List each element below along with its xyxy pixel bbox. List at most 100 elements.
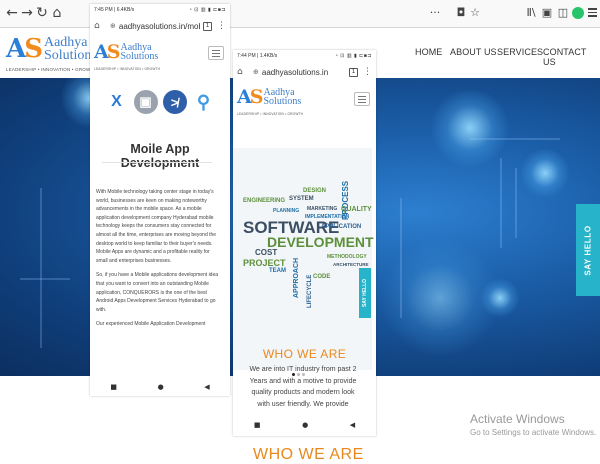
word-system: SYSTEM <box>289 196 314 202</box>
brand-name-line2: Solutions <box>120 51 159 62</box>
brand-name-line1: Aadhya <box>43 34 88 50</box>
phone-hamburger-icon[interactable] <box>208 46 224 60</box>
word-approach: APPROACH <box>293 257 300 298</box>
word-design: DESIGN <box>303 188 327 194</box>
logo-letter-s: S <box>24 34 43 64</box>
phone-home-icon[interactable]: ⌂ <box>237 67 247 77</box>
phone-brand-logo[interactable]: AS Aadhya Solutions <box>237 86 301 108</box>
bookmark-star-icon[interactable]: ☆ <box>468 6 482 20</box>
word-engineering: ENGINEERING <box>243 198 286 204</box>
logo-letter-s: S <box>249 86 264 108</box>
word-marketing: MARKETING <box>307 206 338 212</box>
circuit-line <box>40 188 42 348</box>
activate-windows-watermark: Activate Windows Go to Settings to activ… <box>470 412 596 437</box>
back-arrow-icon[interactable]: ← <box>4 5 20 21</box>
reader-view-icon[interactable]: ◫ <box>556 6 570 20</box>
lock-icon: ⊕ <box>253 68 259 76</box>
brand-tagline: LEADERSHIP • INNOVATION • GROWTH <box>6 67 97 72</box>
nav-about-us[interactable]: ABOUT US <box>450 47 497 57</box>
circuit-line <box>500 158 502 248</box>
phone-tabs-count[interactable]: 1 <box>349 67 358 77</box>
brand-tagline: LEADERSHIP • INNOVATION • GROWTH <box>237 112 304 116</box>
say-hello-label: SAY HELLO <box>362 278 369 308</box>
nav-contact-us[interactable]: CONTACT US <box>543 47 600 67</box>
phone-say-hello-tab[interactable]: SAY HELLO <box>359 268 371 318</box>
phone-url-bar[interactable]: ⌂ ⊕ aadhyasolutions.in 1 ⋮ <box>233 62 376 82</box>
xamarin-icon: X <box>111 93 122 110</box>
android-nav-bar: ■ ● ◀ <box>90 378 230 396</box>
reload-icon[interactable]: ↻ <box>34 5 50 21</box>
logo-letter-s: S <box>106 41 121 63</box>
brand-name-line2: Solutions <box>43 48 97 63</box>
nav-services[interactable]: SERVICES <box>497 47 543 57</box>
logo-letter-a: A <box>237 86 252 108</box>
word-quality: QUALITY <box>341 206 372 213</box>
brand-name-line2: Solutions <box>263 96 302 107</box>
phone-status-time: 7:45 PM | 6.4KB/s <box>94 7 135 13</box>
circuit-line <box>20 278 70 280</box>
phone-brand-logo[interactable]: AS Aadhya Solutions <box>94 41 158 63</box>
technology-icons-row: X ▣ ≯ ⚲ <box>90 84 230 120</box>
phone-status-bar: 7:45 PM | 6.4KB/s ◔ ⊡ ▥ ▮ ⊏■⊐ <box>90 4 230 16</box>
back-button[interactable]: ◀ <box>350 421 355 429</box>
android-robot-icon: ▣ <box>133 90 158 114</box>
phone-hamburger-icon[interactable] <box>354 92 370 106</box>
lock-icon: ⊕ <box>110 22 116 30</box>
word-planning: PLANNING <box>273 208 300 214</box>
sidebar-icon[interactable]: ▣ <box>540 6 554 20</box>
brand-logo[interactable]: AS Aadhya Solutions <box>6 34 97 64</box>
word-implementation: IMPLEMENTATION <box>305 214 350 220</box>
phone-menu-dots-icon[interactable]: ⋮ <box>217 21 226 31</box>
flutter-icon: ⚲ <box>196 91 211 112</box>
body-paragraph: Our experienced Mobile Application Devel… <box>96 321 206 328</box>
library-icon[interactable]: Ⅱ\ <box>524 6 538 20</box>
phone-url-bar[interactable]: ⌂ ⊕ aadhyasolutions.in/mob 1 ⋮ <box>90 16 230 36</box>
phone-status-icons: ◔ ⊡ ▥ ▮ ⊏■⊐ <box>188 7 226 13</box>
word-code: CODE <box>313 274 331 280</box>
home-button[interactable]: ● <box>158 383 164 391</box>
android-nav-bar: ■ ● ◀ <box>233 416 376 434</box>
nav-home[interactable]: HOME <box>415 47 442 57</box>
body-paragraph: So, if you have a Mobile applications de… <box>96 272 219 313</box>
phone-screenshot-home: 7:44 PM | 1.4KB/s ◔ ⊡ ▥ ▮ ⊏■⊐ ⌂ ⊕ aadhya… <box>233 50 376 436</box>
forward-arrow-icon[interactable]: → <box>19 5 35 21</box>
phone-status-icons: ◔ ⊡ ▥ ▮ ⊏■⊐ <box>334 53 372 59</box>
recents-button[interactable]: ■ <box>110 383 117 391</box>
say-hello-tab[interactable]: SAY HELLO <box>576 204 600 296</box>
logo-letter-a: A <box>6 34 26 64</box>
page-actions-icon[interactable]: ··· <box>424 6 446 20</box>
ionic-runner-icon: ≯ <box>162 90 187 114</box>
hero-light-glow <box>520 148 570 198</box>
home-button[interactable]: ● <box>302 421 308 429</box>
word-team: TEAM <box>269 268 286 274</box>
home-icon[interactable]: ⌂ <box>49 5 65 21</box>
word-architecture: ARCHITECTURE <box>333 262 369 267</box>
software-development-word-cloud: SOFTWARE DEVELOPMENT PROCESS QUALITY APP… <box>233 148 374 370</box>
who-we-are-body: We are into IT industry from past 2 Year… <box>249 366 357 408</box>
phone-tabs-count[interactable]: 1 <box>203 21 212 31</box>
account-avatar[interactable] <box>572 7 584 19</box>
back-button[interactable]: ◀ <box>204 383 209 391</box>
activate-windows-title: Activate Windows <box>470 412 565 426</box>
phone-status-time: 7:44 PM | 1.4KB/s <box>237 53 278 59</box>
page-title: Moile App Development <box>120 142 200 170</box>
phone-url-text[interactable]: aadhyasolutions.in/mob <box>119 22 200 31</box>
hero-light-glow <box>430 88 510 168</box>
word-development: DEVELOPMENT <box>267 234 374 250</box>
circuit-line <box>400 198 402 318</box>
word-cost: COST <box>255 248 278 257</box>
title-divider <box>102 162 212 163</box>
phone-url-text[interactable]: aadhyasolutions.in <box>262 68 346 77</box>
hamburger-menu-icon[interactable] <box>588 8 597 19</box>
who-we-are-heading: WHO WE ARE <box>262 347 347 361</box>
word-project: PROJECT <box>243 258 286 268</box>
body-paragraph: With Mobile technology taking center sta… <box>96 189 217 264</box>
who-we-are-heading: WHO WE ARE <box>253 446 364 463</box>
hero-light-glow <box>480 278 520 318</box>
phone-menu-dots-icon[interactable]: ⋮ <box>363 67 372 77</box>
phone-home-icon[interactable]: ⌂ <box>94 21 104 31</box>
mobile-dev-body: With Mobile technology taking center sta… <box>96 188 220 335</box>
recents-button[interactable]: ■ <box>254 421 261 429</box>
logo-letter-a: A <box>94 41 109 63</box>
pocket-icon[interactable]: ◘ <box>454 6 468 20</box>
